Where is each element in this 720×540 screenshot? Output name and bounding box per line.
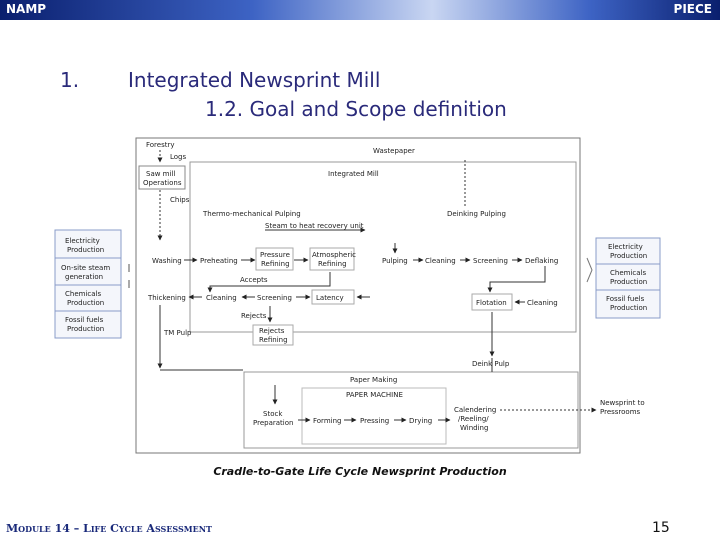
preheating-label: Preheating: [200, 257, 238, 265]
atmos-label-2: Refining: [318, 260, 347, 268]
forming-label: Forming: [313, 417, 341, 425]
accepts-label: Accepts: [240, 276, 268, 284]
steam-label: Steam to heat recovery unit: [265, 222, 364, 230]
pressure-label-1: Pressure: [260, 251, 290, 259]
lca-process-diagram: Forestry Logs Saw mill Operations Chips …: [54, 137, 661, 454]
integrated-mill-boundary: [189, 161, 577, 333]
right-input-1-line2: Production: [610, 278, 647, 286]
newsprint-label-1: Newsprint to: [600, 399, 645, 407]
rejref-label-1: Rejects: [259, 327, 285, 335]
flotation-label: Flotation: [476, 299, 507, 307]
left-input-2-line2: Production: [67, 299, 104, 307]
stock-label-2: Preparation: [253, 419, 293, 427]
right-input-0-line1: Electricity: [608, 243, 643, 251]
system-boundary: [135, 137, 581, 454]
paper-making-box: [243, 371, 579, 449]
integrated-mill-label: Integrated Mill: [328, 170, 379, 178]
logs-label: Logs: [170, 153, 187, 161]
rejects-label: Rejects: [241, 312, 267, 320]
footer-module: Module 14 – Life Cycle Assessment: [6, 522, 213, 535]
cleaning-3-label: Cleaning: [527, 299, 558, 307]
paper-making-label: Paper Making: [350, 376, 397, 384]
page-number: 15: [652, 520, 670, 536]
left-input-1-line2: generation: [65, 273, 103, 281]
screening-label: Screening: [257, 294, 292, 302]
pressing-label: Pressing: [360, 417, 389, 425]
diagram-caption: Cradle-to-Gate Life Cycle Newsprint Prod…: [213, 465, 507, 478]
calendering-label-2: /Reeling/: [458, 415, 489, 423]
deink-pulp-label: Deink Pulp: [472, 360, 510, 368]
cleaning-label: Cleaning: [206, 294, 237, 302]
forestry-label: Forestry: [146, 141, 175, 149]
pressure-label-2: Refining: [261, 260, 290, 268]
right-input-0-line2: Production: [610, 252, 647, 260]
tm-pulp-label: TM Pulp: [163, 329, 192, 337]
newsprint-label-2: Pressrooms: [600, 408, 641, 416]
left-input-3-line1: Fossil fuels: [65, 316, 104, 324]
paper-machine-label: PAPER MACHINE: [346, 391, 403, 399]
left-input-0-line1: Electricity: [65, 237, 100, 245]
thickening-label: Thickening: [147, 294, 186, 302]
screening-2-label: Screening: [473, 257, 508, 265]
drying-label: Drying: [409, 417, 432, 425]
sawmill-label-1: Saw mill: [146, 170, 175, 178]
stock-label-1: Stock: [263, 410, 283, 418]
washing-label: Washing: [152, 257, 182, 265]
left-input-3-line2: Production: [67, 325, 104, 333]
left-input-0-line2: Production: [67, 246, 104, 254]
left-input-1-line1: On-site steam: [61, 264, 110, 272]
tmp-title: Thermo-mechanical Pulping: [202, 210, 301, 218]
calendering-label-3: Winding: [460, 424, 488, 432]
sawmill-label-2: Operations: [143, 179, 182, 187]
right-input-1-line1: Chemicals: [610, 269, 646, 277]
deinking-title: Deinking Pulping: [447, 210, 506, 218]
left-input-2-line1: Chemicals: [65, 290, 101, 298]
right-input-2-line1: Fossil fuels: [606, 295, 645, 303]
pulping-label: Pulping: [382, 257, 408, 265]
atmos-label-1: Atmospheric: [312, 251, 356, 259]
cleaning-2-label: Cleaning: [425, 257, 456, 265]
calendering-label-1: Calendering: [454, 406, 496, 414]
right-input-2-line2: Production: [610, 304, 647, 312]
rejref-label-2: Refining: [259, 336, 288, 344]
wastepaper-label: Wastepaper: [373, 147, 415, 155]
chips-label: Chips: [170, 196, 190, 204]
deflaking-label: Deflaking: [525, 257, 558, 265]
latency-label: Latency: [316, 294, 344, 302]
